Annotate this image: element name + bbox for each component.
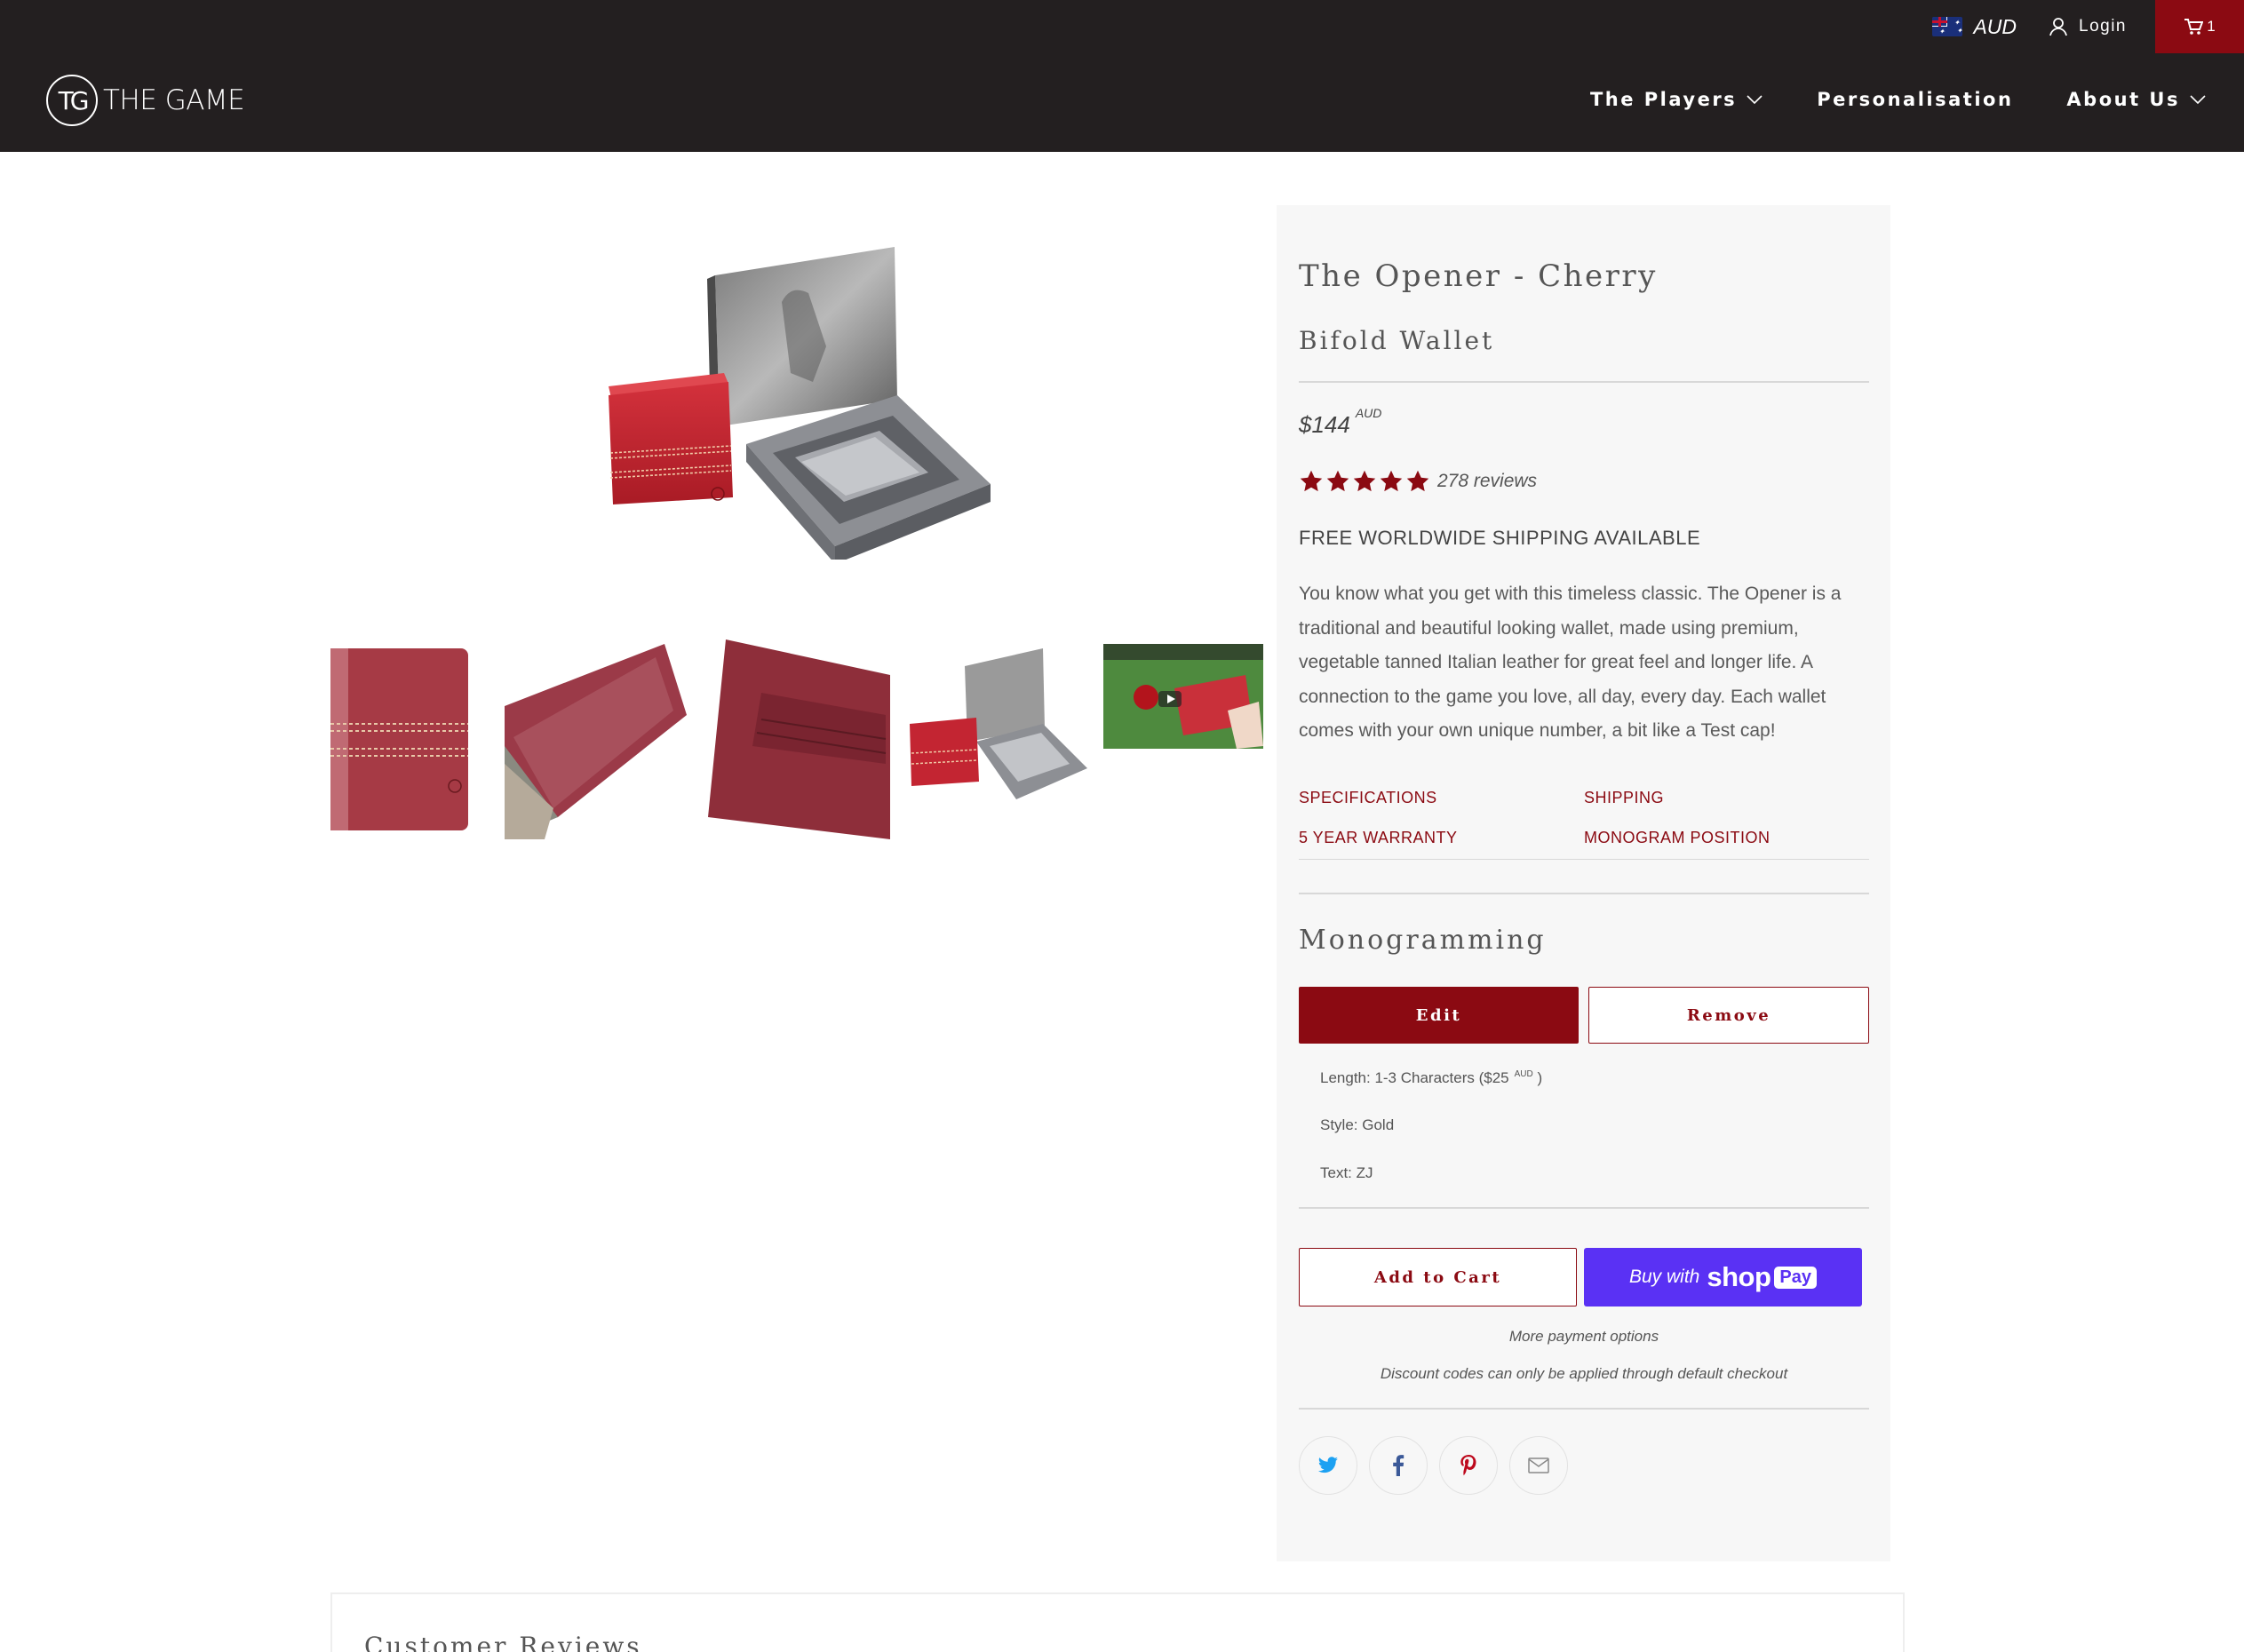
- divider: [1299, 859, 1869, 860]
- top-bar: ✦ ✦ ✦ AUD Login 1: [1932, 0, 2244, 53]
- product-description: You know what you get with this timeless…: [1299, 584, 1842, 741]
- nav-about-us[interactable]: About Us: [2066, 89, 2207, 110]
- product-title: The Opener - Cherry: [1299, 258, 1658, 294]
- monogram-edit-button[interactable]: Edit: [1299, 987, 1579, 1044]
- divider: [1299, 1207, 1869, 1209]
- customer-reviews-title: Customer Reviews: [364, 1632, 642, 1652]
- shop-logo-word: shop: [1707, 1261, 1771, 1292]
- nav-label: The Players: [1589, 89, 1738, 110]
- thumbnail-4[interactable]: [910, 639, 1087, 839]
- chevron-down-icon: [1747, 95, 1763, 105]
- logo-text: THE GAME: [103, 84, 245, 116]
- cart-count: 1: [2207, 18, 2216, 35]
- more-payment-options-link[interactable]: More payment options: [1299, 1328, 1869, 1346]
- logo-mark: TG: [46, 75, 98, 126]
- product-price: $144 AUD: [1299, 406, 1381, 439]
- price-currency: AUD: [1355, 406, 1382, 420]
- star-icon: [1326, 470, 1349, 492]
- monogram-style: Style: Gold: [1320, 1116, 1395, 1133]
- tab-warranty[interactable]: 5 YEAR WARRANTY: [1299, 829, 1458, 847]
- nav-label: About Us: [2066, 89, 2180, 110]
- divider: [1299, 893, 1869, 894]
- product-main-image[interactable]: [569, 240, 995, 560]
- discount-note: Discount codes can only be applied throu…: [1380, 1365, 1788, 1382]
- buy-with-label: Buy with: [1628, 1267, 1700, 1287]
- email-icon: [1528, 1457, 1549, 1473]
- tab-monogram-position[interactable]: MONOGRAM POSITION: [1584, 829, 1771, 847]
- nav-label: Personalisation: [1817, 89, 2014, 110]
- thumbnail-5-video[interactable]: [1103, 639, 1263, 839]
- share-email-button[interactable]: [1509, 1436, 1568, 1495]
- divider: [1299, 1408, 1869, 1410]
- twitter-icon: [1318, 1457, 1338, 1473]
- product-subtitle: Bifold Wallet: [1299, 326, 1495, 355]
- shop-pay-button[interactable]: Buy with shop Pay: [1584, 1248, 1862, 1307]
- length-currency: AUD: [1514, 1069, 1533, 1079]
- nav-the-players[interactable]: The Players: [1590, 89, 1763, 110]
- star-icon: [1353, 470, 1376, 492]
- length-text: Length: 1-3 Characters ($25: [1320, 1069, 1509, 1086]
- site-header: ✦ ✦ ✦ AUD Login 1 TG THE GAME The Player…: [0, 0, 2244, 152]
- pay-badge: Pay: [1774, 1266, 1818, 1289]
- currency-selector[interactable]: ✦ ✦ ✦ AUD: [1932, 15, 2017, 39]
- australia-flag-icon: ✦ ✦ ✦: [1932, 17, 1963, 36]
- currency-label: AUD: [1973, 14, 2017, 38]
- main-nav: The Players Personalisation About Us: [1537, 89, 2207, 110]
- star-icon: [1380, 470, 1403, 492]
- nav-personalisation[interactable]: Personalisation: [1817, 89, 2013, 110]
- cart-icon: [2184, 19, 2204, 35]
- cart-button[interactable]: 1: [2155, 0, 2244, 53]
- price-value: $144: [1299, 411, 1350, 438]
- chevron-down-icon: [2190, 95, 2206, 105]
- customer-reviews-section: Customer Reviews: [330, 1592, 1905, 1652]
- add-to-cart-button[interactable]: Add to Cart: [1299, 1248, 1577, 1307]
- login-label: Login: [2079, 17, 2127, 36]
- tab-specifications[interactable]: SPECIFICATIONS: [1299, 789, 1437, 807]
- star-icon: [1300, 470, 1323, 492]
- thumbnail-1[interactable]: [330, 639, 471, 839]
- share-pinterest-button[interactable]: [1439, 1436, 1498, 1495]
- monogram-remove-button[interactable]: Remove: [1588, 987, 1869, 1044]
- site-logo[interactable]: TG THE GAME: [46, 75, 245, 126]
- shipping-note: FREE WORLDWIDE SHIPPING AVAILABLE: [1299, 527, 1701, 549]
- facebook-icon: [1393, 1455, 1404, 1476]
- divider: [1299, 381, 1869, 383]
- product-rating[interactable]: 278 reviews: [1299, 469, 1537, 494]
- thumbnail-strip: [330, 639, 1263, 839]
- product-info-panel: The Opener - Cherry Bifold Wallet $144 AU…: [1277, 205, 1890, 1561]
- thumbnail-3[interactable]: [708, 639, 890, 839]
- reviews-count: 278 reviews: [1437, 471, 1538, 491]
- monogramming-title: Monogramming: [1299, 925, 1547, 956]
- monogram-length: Length: 1-3 Characters ($25 AUD ): [1320, 1069, 1542, 1087]
- thumbnail-2[interactable]: [505, 639, 691, 839]
- share-facebook-button[interactable]: [1369, 1436, 1428, 1495]
- monogram-text: Text: ZJ: [1320, 1164, 1373, 1181]
- star-icon: [1406, 470, 1429, 492]
- user-icon: [2049, 18, 2067, 36]
- login-link[interactable]: Login: [2049, 17, 2127, 36]
- share-twitter-button[interactable]: [1299, 1436, 1357, 1495]
- tab-shipping[interactable]: SHIPPING: [1584, 789, 1664, 807]
- pinterest-icon: [1460, 1455, 1476, 1476]
- length-close: ): [1537, 1069, 1543, 1086]
